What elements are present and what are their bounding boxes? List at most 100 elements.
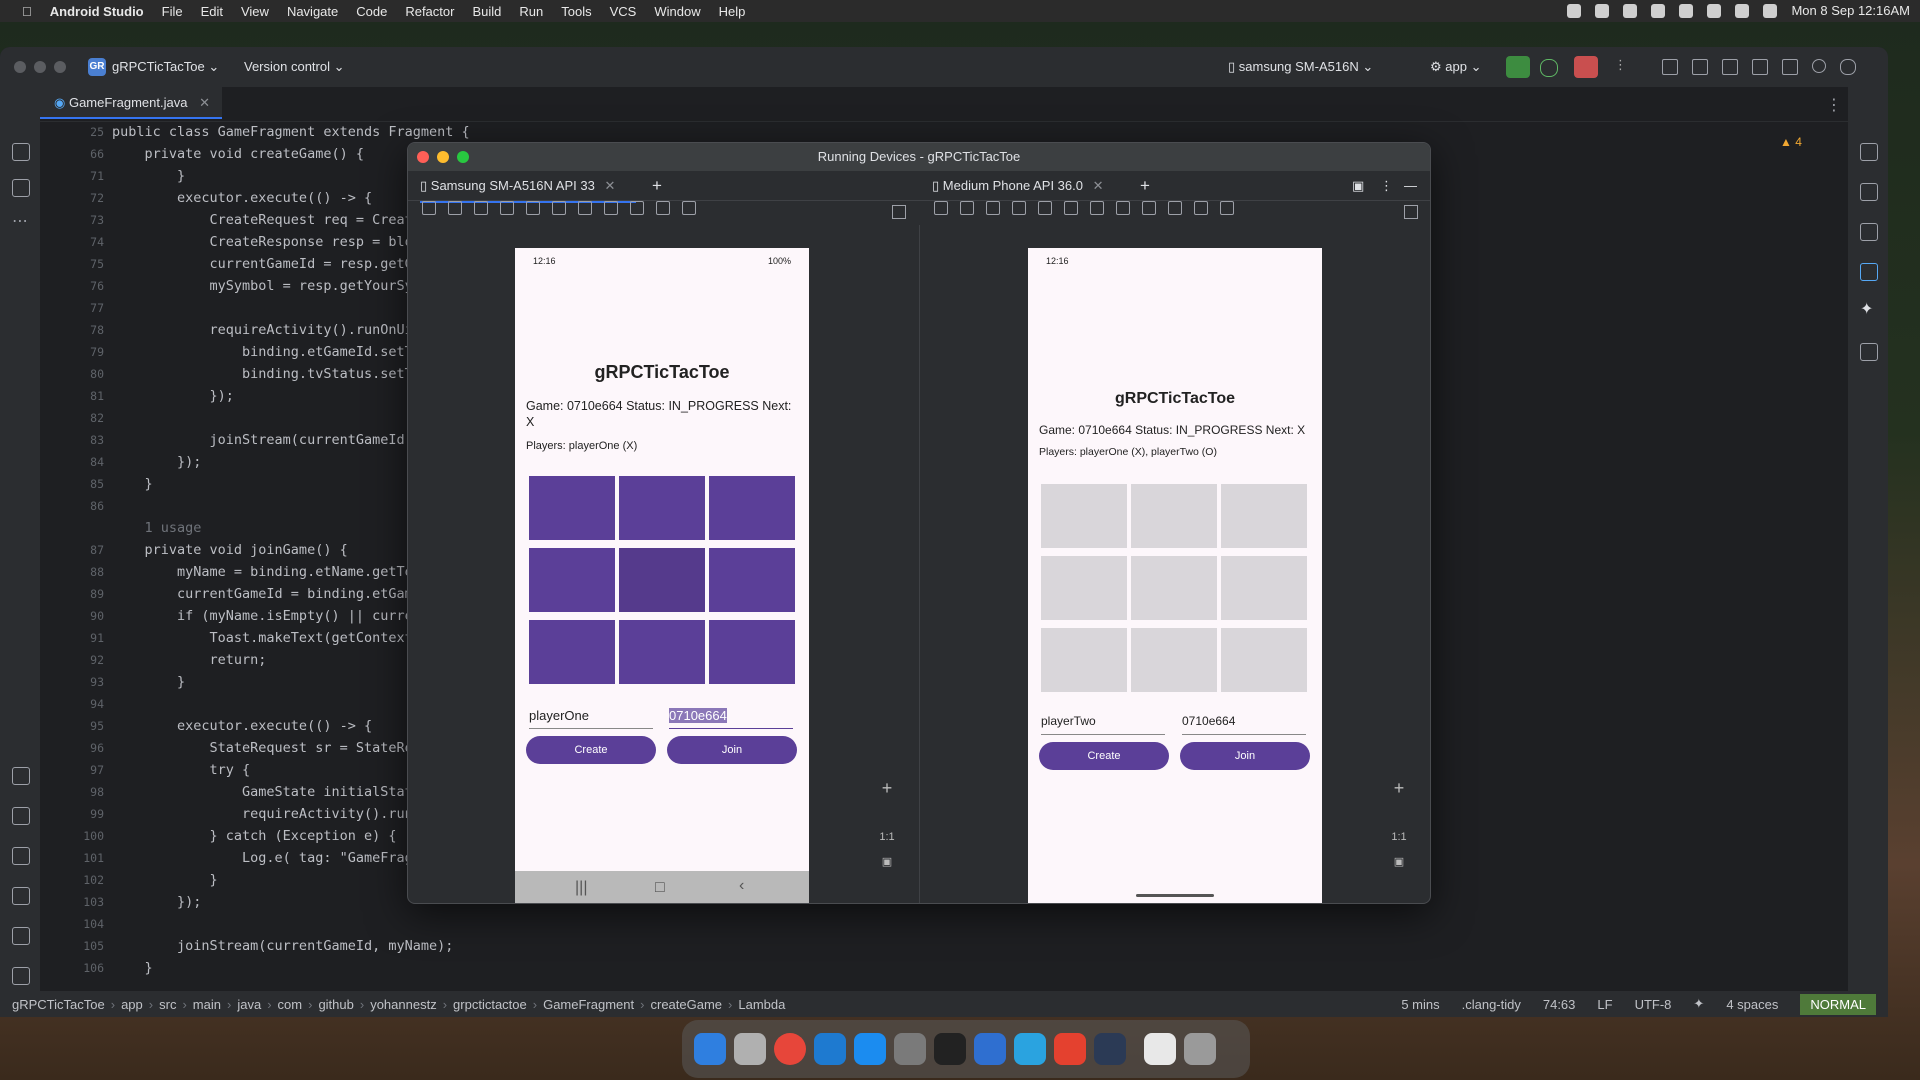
board-cell-5[interactable]	[709, 548, 795, 612]
breadcrumb-item[interactable]: main	[193, 997, 221, 1012]
create-button[interactable]: Create	[1039, 742, 1169, 770]
close-tab-icon[interactable]: ✕	[199, 95, 210, 110]
overview-button[interactable]	[604, 201, 618, 215]
profiler-icon[interactable]	[1722, 59, 1738, 75]
board-cell-6[interactable]	[1041, 628, 1127, 692]
telegram-icon[interactable]	[1014, 1033, 1046, 1065]
tab-samsung-device[interactable]: ▯ Samsung SM-A516N API 33 ✕	[420, 171, 636, 203]
record-icon[interactable]	[1567, 3, 1582, 18]
back-button[interactable]	[1064, 201, 1078, 215]
menu-build[interactable]: Build	[472, 4, 501, 19]
board-cell-3[interactable]	[1041, 556, 1127, 620]
stop-button[interactable]	[1574, 56, 1598, 78]
android-studio-icon[interactable]	[1094, 1033, 1126, 1065]
project-folder-icon[interactable]	[12, 143, 30, 161]
gemini-icon[interactable]: ✦	[1860, 299, 1873, 319]
trash-icon[interactable]	[1184, 1033, 1216, 1065]
layout-inspector-icon[interactable]	[1692, 59, 1708, 75]
window-close-button[interactable]	[14, 61, 26, 73]
screen-record-button[interactable]	[1194, 201, 1208, 215]
create-button[interactable]: Create	[526, 736, 656, 764]
search-everywhere-icon[interactable]	[1812, 59, 1826, 73]
rd-more-icon[interactable]: ⋮	[1380, 171, 1393, 201]
status-position[interactable]: 74:63	[1543, 997, 1576, 1012]
chrome-icon[interactable]	[774, 1033, 806, 1065]
add-device-icon[interactable]: +	[652, 171, 662, 201]
breadcrumb-item[interactable]: grpctictactoe	[453, 997, 527, 1012]
player-name-input[interactable]: playerOne	[529, 708, 653, 729]
debug-icon[interactable]	[1540, 59, 1558, 77]
status-line-separator[interactable]: LF	[1597, 997, 1612, 1012]
screenshot-button[interactable]	[1168, 201, 1182, 215]
vim-mode-badge[interactable]: NORMAL	[1800, 993, 1876, 1015]
tab-medium-phone[interactable]: ▯ Medium Phone API 36.0 ✕	[932, 171, 1108, 201]
vscode-icon[interactable]	[814, 1033, 846, 1065]
code-line[interactable]	[112, 913, 1842, 935]
more-icon[interactable]: ⋮	[1614, 57, 1627, 73]
rotate-right-button[interactable]	[1038, 201, 1052, 215]
headphones-icon[interactable]	[1651, 3, 1666, 18]
menu-window[interactable]: Window	[654, 4, 700, 19]
back-button[interactable]	[552, 201, 566, 215]
code-line[interactable]: joinStream(currentGameId, myName);	[112, 935, 1842, 957]
resource-manager-icon[interactable]	[12, 179, 30, 197]
game-id-input[interactable]: 0710e664	[669, 708, 793, 729]
terminal-icon[interactable]	[12, 967, 30, 985]
skype-icon[interactable]	[1595, 3, 1610, 18]
menu-vcs[interactable]: VCS	[610, 4, 637, 19]
menu-view[interactable]: View	[241, 4, 269, 19]
zoom-actual-size[interactable]: 1:1	[1388, 831, 1410, 843]
breadcrumb-item[interactable]: yohannestz	[370, 997, 437, 1012]
snapshot-button[interactable]	[1142, 201, 1156, 215]
join-button[interactable]: Join	[667, 736, 797, 764]
menu-code[interactable]: Code	[356, 4, 387, 19]
board-cell-2[interactable]	[709, 476, 795, 540]
device-file-explorer-icon[interactable]	[1860, 223, 1878, 241]
version-control-menu[interactable]: Version control ⌄	[244, 59, 345, 75]
breadcrumb-item[interactable]: com	[278, 997, 303, 1012]
zoom-actual-size[interactable]: 1:1	[876, 831, 898, 843]
tab-gamefragment[interactable]: ◉ GameFragment.java ✕	[40, 87, 222, 119]
menu-edit[interactable]: Edit	[201, 4, 223, 19]
app-quality-icon[interactable]	[12, 847, 30, 865]
gemini-status-icon[interactable]: ✦	[1693, 996, 1704, 1012]
build-icon[interactable]	[12, 807, 30, 825]
window-zoom-button[interactable]	[54, 61, 66, 73]
board-cell-6[interactable]	[529, 620, 615, 684]
xcode-instruments-icon[interactable]	[974, 1033, 1006, 1065]
rd-hide-icon[interactable]: —	[1404, 171, 1417, 201]
more-tools-icon[interactable]: ⋯	[12, 211, 28, 231]
screenshot-button[interactable]	[656, 201, 670, 215]
rd-close-button[interactable]	[417, 151, 429, 163]
board-cell-3[interactable]	[529, 548, 615, 612]
home-button[interactable]	[578, 201, 592, 215]
volume-up-button[interactable]	[960, 201, 974, 215]
breadcrumb-item[interactable]: github	[318, 997, 353, 1012]
breadcrumb-item[interactable]: app	[121, 997, 143, 1012]
breadcrumb-item[interactable]: java	[237, 997, 261, 1012]
device-selector[interactable]: ▯ samsung SM-A516N ⌄	[1228, 59, 1373, 75]
board-cell-1[interactable]	[1131, 484, 1217, 548]
tab-options-icon[interactable]: ⋮	[1826, 95, 1842, 115]
run-icon[interactable]	[12, 767, 30, 785]
window-minimize-button[interactable]	[34, 61, 46, 73]
zoom-in-icon[interactable]: +	[876, 778, 898, 799]
system-settings-icon[interactable]	[894, 1033, 926, 1065]
menu-refactor[interactable]: Refactor	[405, 4, 454, 19]
search-icon[interactable]	[1735, 3, 1750, 18]
close-tab-icon[interactable]: ✕	[1093, 178, 1104, 193]
breadcrumb-item[interactable]: gRPCTicTacToe	[12, 997, 105, 1012]
wifi-icon[interactable]	[1707, 3, 1722, 18]
power-button[interactable]	[422, 201, 436, 215]
breadcrumb-item[interactable]: src	[159, 997, 176, 1012]
volume-up-button[interactable]	[448, 201, 462, 215]
home-icon[interactable]: □	[655, 879, 665, 897]
menubar-clock[interactable]: Mon 8 Sep 12:16AM	[1791, 3, 1910, 18]
sublime-s-icon[interactable]	[1054, 1033, 1086, 1065]
rotate-left-button[interactable]	[500, 201, 514, 215]
gesture-nav-handle[interactable]	[1136, 894, 1214, 897]
zoom-fit-icon[interactable]: ▣	[876, 855, 898, 868]
menu-file[interactable]: File	[162, 4, 183, 19]
warnings-indicator[interactable]: ▲ 4	[1780, 135, 1802, 149]
breadcrumb-item[interactable]: createGame	[650, 997, 722, 1012]
